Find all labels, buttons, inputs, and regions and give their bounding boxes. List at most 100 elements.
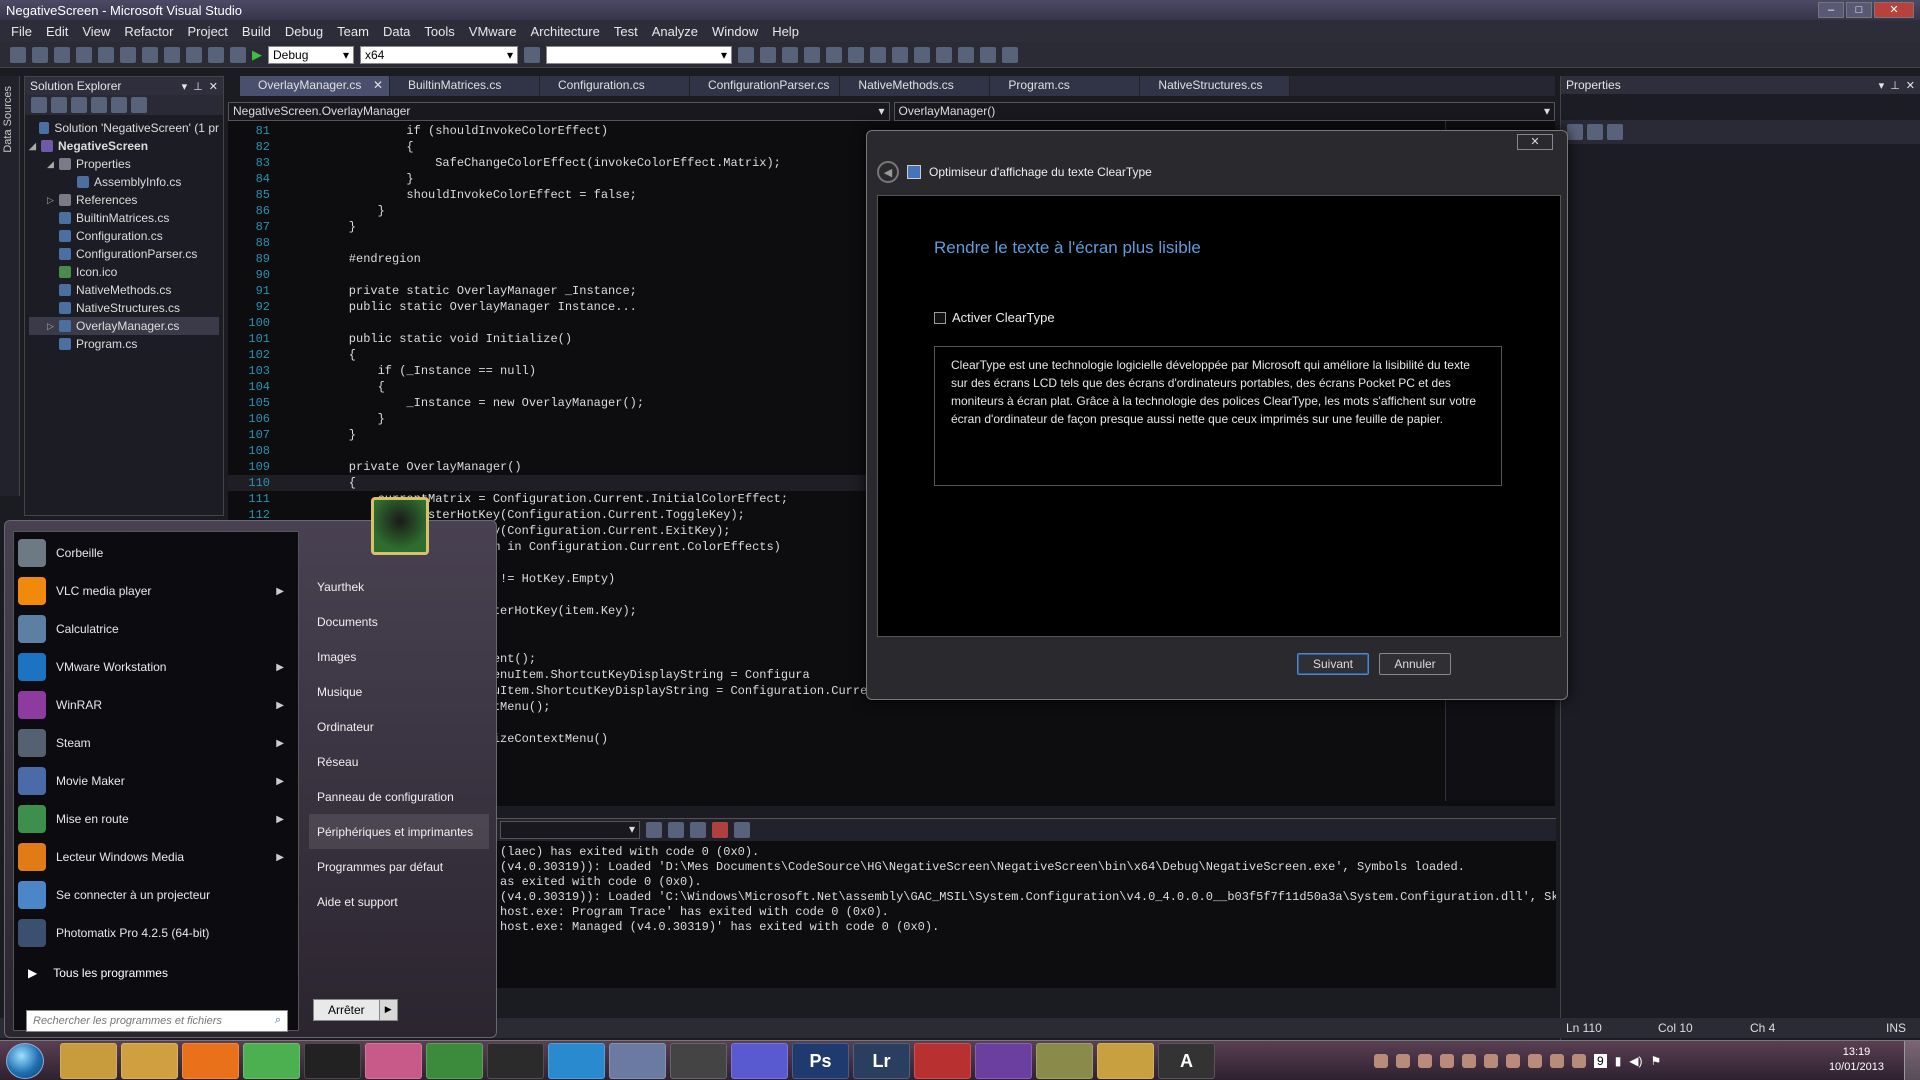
- tree-item-overlaymanager[interactable]: ▷ OverlayManager.cs: [29, 317, 219, 335]
- start-debug-icon[interactable]: ▶: [252, 47, 262, 63]
- start-program-item[interactable]: Lecteur Windows Media ▶: [18, 840, 294, 874]
- output-icon[interactable]: [826, 46, 842, 63]
- view-code-icon[interactable]: [91, 97, 107, 113]
- start-program-item[interactable]: Steam ▶: [18, 726, 294, 760]
- start-place-item[interactable]: Réseau: [309, 744, 489, 779]
- taskbar-app-chrome-icon[interactable]: [243, 1043, 300, 1079]
- categorized-icon[interactable]: [1567, 124, 1583, 140]
- taskbar-app-talk-icon[interactable]: [487, 1043, 544, 1079]
- taskbar-app-mediacenter-icon[interactable]: [121, 1043, 178, 1079]
- tree-item-properties[interactable]: ◢ Properties: [29, 155, 219, 173]
- menu-test[interactable]: Test: [607, 24, 645, 39]
- menu-project[interactable]: Project: [180, 24, 234, 39]
- save-icon[interactable]: [76, 46, 92, 63]
- view-designer-icon[interactable]: [111, 97, 127, 113]
- taskbar-app-paint-icon[interactable]: [365, 1043, 422, 1079]
- uncomment-icon[interactable]: [870, 46, 886, 63]
- refresh-icon[interactable]: [71, 97, 87, 113]
- tree-item-assemblyinfo[interactable]: AssemblyInfo.cs: [29, 173, 219, 191]
- menu-build[interactable]: Build: [235, 24, 278, 39]
- start-program-item[interactable]: Calculatrice: [18, 612, 294, 646]
- network-icon[interactable]: ▮: [1615, 1054, 1622, 1068]
- open-folder-icon[interactable]: [54, 46, 70, 63]
- undo-icon[interactable]: [186, 46, 202, 63]
- navigate-icon[interactable]: [230, 46, 246, 63]
- submenu-arrow-icon[interactable]: ▶: [276, 586, 284, 597]
- submenu-arrow-icon[interactable]: ▶: [276, 776, 284, 787]
- taskbar-app-tools-icon[interactable]: [1036, 1043, 1093, 1079]
- collapse-icon[interactable]: ◢: [47, 155, 59, 173]
- copy-icon[interactable]: [142, 46, 158, 63]
- add-item-icon[interactable]: [32, 46, 48, 63]
- menu-vmware[interactable]: VMware: [462, 24, 524, 39]
- tab-nativestructures-cs[interactable]: NativeStructures.cs: [1140, 76, 1291, 96]
- back-arrow-icon[interactable]: ◀: [877, 161, 899, 183]
- taskbar-app-explorer-icon[interactable]: [60, 1043, 117, 1079]
- menu-tools[interactable]: Tools: [417, 24, 461, 39]
- close-button[interactable]: ✕: [1874, 2, 1914, 18]
- collapse-icon[interactable]: ◢: [29, 137, 41, 155]
- next-button[interactable]: Suivant: [1297, 653, 1369, 675]
- tray-icon[interactable]: [1506, 1054, 1520, 1068]
- tray-icon[interactable]: [1550, 1054, 1564, 1068]
- start-place-item[interactable]: Ordinateur: [309, 709, 489, 744]
- save-all-icon[interactable]: [98, 46, 114, 63]
- submenu-arrow-icon[interactable]: ▶: [276, 662, 284, 673]
- paste-icon[interactable]: [164, 46, 180, 63]
- tree-item-nativestructures[interactable]: NativeStructures.cs: [29, 299, 219, 317]
- tray-icon[interactable]: [1572, 1054, 1586, 1068]
- start-place-item[interactable]: Périphériques et imprimantes: [309, 814, 489, 849]
- menu-refactor[interactable]: Refactor: [117, 24, 180, 39]
- clear-all-icon[interactable]: [712, 822, 728, 838]
- flag-icon[interactable]: ⚑: [1651, 1054, 1662, 1068]
- tree-item-configurationparser[interactable]: ConfigurationParser.cs: [29, 245, 219, 263]
- start-program-item[interactable]: Corbeille: [18, 536, 294, 570]
- tree-item-icon[interactable]: Icon.ico: [29, 263, 219, 281]
- submenu-arrow-icon[interactable]: ▶: [276, 852, 284, 863]
- menu-window[interactable]: Window: [705, 24, 765, 39]
- new-project-icon[interactable]: [10, 46, 26, 63]
- show-desktop-button[interactable]: [1904, 1041, 1920, 1080]
- object-browser-icon[interactable]: [804, 46, 820, 63]
- taskbar-app-infinity-icon[interactable]: [731, 1043, 788, 1079]
- start-program-item[interactable]: VLC media player ▶: [18, 574, 294, 608]
- menu-data[interactable]: Data: [376, 24, 417, 39]
- menu-file[interactable]: File: [4, 24, 39, 39]
- alphabetical-icon[interactable]: [1587, 124, 1603, 140]
- start-program-item[interactable]: VMware Workstation ▶: [18, 650, 294, 684]
- taskbar-clock[interactable]: 13:19 10/01/2013: [1829, 1045, 1884, 1075]
- volume-icon[interactable]: ◀): [1629, 1054, 1642, 1068]
- close-tab-icon[interactable]: ✕: [373, 78, 383, 92]
- tab-nativemethods-cs[interactable]: NativeMethods.cs: [840, 76, 991, 96]
- cleartype-checkbox[interactable]: Activer ClearType: [934, 310, 1055, 325]
- start-place-item[interactable]: Aide et support: [309, 884, 489, 919]
- menu-debug[interactable]: Debug: [278, 24, 330, 39]
- start-place-item[interactable]: Images: [309, 639, 489, 674]
- toolbox-icon[interactable]: [738, 46, 754, 63]
- tray-icon[interactable]: [1396, 1054, 1410, 1068]
- checkbox-box[interactable]: [934, 311, 946, 324]
- menu-view[interactable]: View: [75, 24, 117, 39]
- taskbar-app-folder-icon[interactable]: [1097, 1043, 1154, 1079]
- start-place-item[interactable]: Musique: [309, 674, 489, 709]
- start-program-item[interactable]: WinRAR ▶: [18, 688, 294, 722]
- output-source-select[interactable]: ▾: [500, 821, 640, 839]
- tree-item-references[interactable]: ▷ References: [29, 191, 219, 209]
- minimize-button[interactable]: –: [1818, 2, 1844, 18]
- tray-icon[interactable]: [1484, 1054, 1498, 1068]
- word-wrap-icon[interactable]: [734, 822, 750, 838]
- tree-item-solution[interactable]: Solution 'NegativeScreen' (1 pr: [29, 119, 219, 137]
- type-dropdown[interactable]: NegativeScreen.OverlayManager ▾: [228, 102, 890, 121]
- tray-icon[interactable]: [1528, 1054, 1542, 1068]
- comment-icon[interactable]: [848, 46, 864, 63]
- taskbar-app-visual-studio-icon[interactable]: [975, 1043, 1032, 1079]
- expand-icon[interactable]: ▷: [47, 191, 59, 209]
- expand-icon[interactable]: ▷: [47, 317, 59, 335]
- tab-overlaymanager-cs[interactable]: OverlayManager.cs ✕: [240, 76, 390, 96]
- tab-program-cs[interactable]: Program.cs: [990, 76, 1141, 96]
- menu-team[interactable]: Team: [330, 24, 376, 39]
- taskbar-app-remote-icon[interactable]: [609, 1043, 666, 1079]
- dialog-close-button[interactable]: ✕: [1517, 134, 1553, 150]
- tray-icon[interactable]: [1374, 1054, 1388, 1068]
- indent-icon[interactable]: [892, 46, 908, 63]
